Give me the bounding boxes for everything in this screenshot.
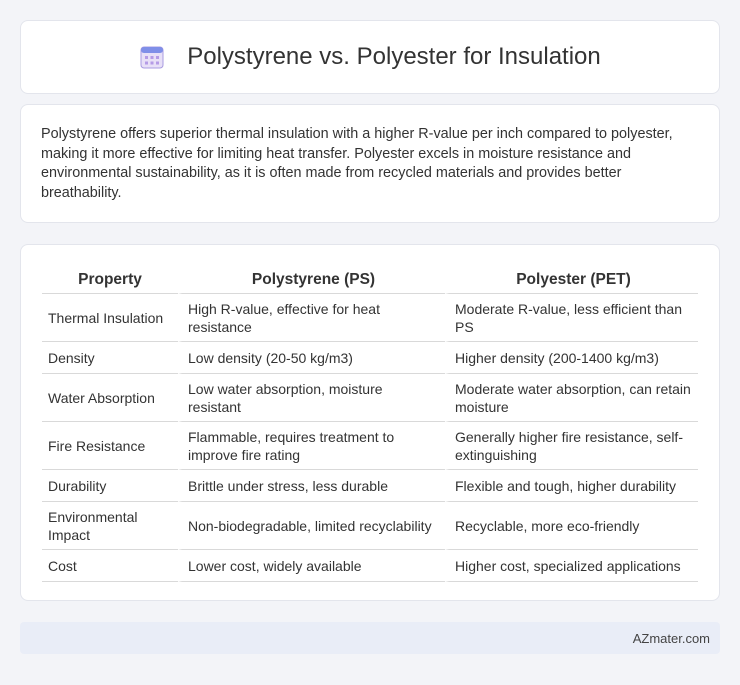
intro-paragraph: Polystyrene offers superior thermal insu…	[41, 126, 673, 201]
polystyrene-cell: Non-biodegradable, limited recyclability	[178, 502, 445, 550]
column-header: Polyester (PET)	[445, 266, 698, 294]
table-row: Durability Brittle under stress, less du…	[42, 470, 698, 502]
table-row: Cost Lower cost, widely available Higher…	[42, 550, 698, 582]
comparison-card: Property Polystyrene (PS) Polyester (PET…	[20, 244, 720, 601]
table-header-row: Property Polystyrene (PS) Polyester (PET…	[42, 266, 698, 294]
polystyrene-cell: High R-value, effective for heat resista…	[178, 294, 445, 342]
polyester-cell: Higher density (200-1400 kg/m3)	[445, 342, 698, 374]
polyester-cell: Higher cost, specialized applications	[445, 550, 698, 582]
polyester-cell: Flexible and tough, higher durability	[445, 470, 698, 502]
polystyrene-cell: Low water absorption, moisture resistant	[178, 374, 445, 422]
property-cell: Environmental Impact	[42, 502, 178, 550]
property-cell: Cost	[42, 550, 178, 582]
table-row: Thermal Insulation High R-value, effecti…	[42, 294, 698, 342]
title-card: Polystyrene vs. Polyester for Insulation	[20, 20, 720, 94]
property-cell: Density	[42, 342, 178, 374]
page-title: Polystyrene vs. Polyester for Insulation	[187, 43, 601, 70]
polyester-cell: Generally higher fire resistance, self-e…	[445, 422, 698, 470]
polystyrene-cell: Lower cost, widely available	[178, 550, 445, 582]
property-cell: Thermal Insulation	[42, 294, 178, 342]
property-cell: Durability	[42, 470, 178, 502]
footer-brand: AZmater.com	[632, 630, 710, 646]
table-row: Fire Resistance Flammable, requires trea…	[42, 422, 698, 470]
property-cell: Water Absorption	[42, 374, 178, 422]
polyester-cell: Moderate water absorption, can retain mo…	[445, 374, 698, 422]
comparison-table: Property Polystyrene (PS) Polyester (PET…	[42, 266, 698, 582]
table-row: Water Absorption Low water absorption, m…	[42, 374, 698, 422]
table-row: Density Low density (20-50 kg/m3) Higher…	[42, 342, 698, 374]
polystyrene-cell: Flammable, requires treatment to improve…	[178, 422, 445, 470]
polyester-cell: Moderate R-value, less efficient than PS	[445, 294, 698, 342]
polystyrene-cell: Brittle under stress, less durable	[178, 470, 445, 502]
footer: AZmater.com	[20, 622, 720, 654]
polystyrene-cell: Low density (20-50 kg/m3)	[178, 342, 445, 374]
polyester-cell: Recyclable, more eco-friendly	[445, 502, 698, 550]
property-cell: Fire Resistance	[42, 422, 178, 470]
column-header: Polystyrene (PS)	[178, 266, 445, 294]
calendar-icon	[140, 46, 164, 69]
table-row: Environmental Impact Non-biodegradable, …	[42, 502, 698, 550]
column-header: Property	[42, 266, 178, 294]
intro-card: Polystyrene offers superior thermal insu…	[20, 104, 720, 223]
